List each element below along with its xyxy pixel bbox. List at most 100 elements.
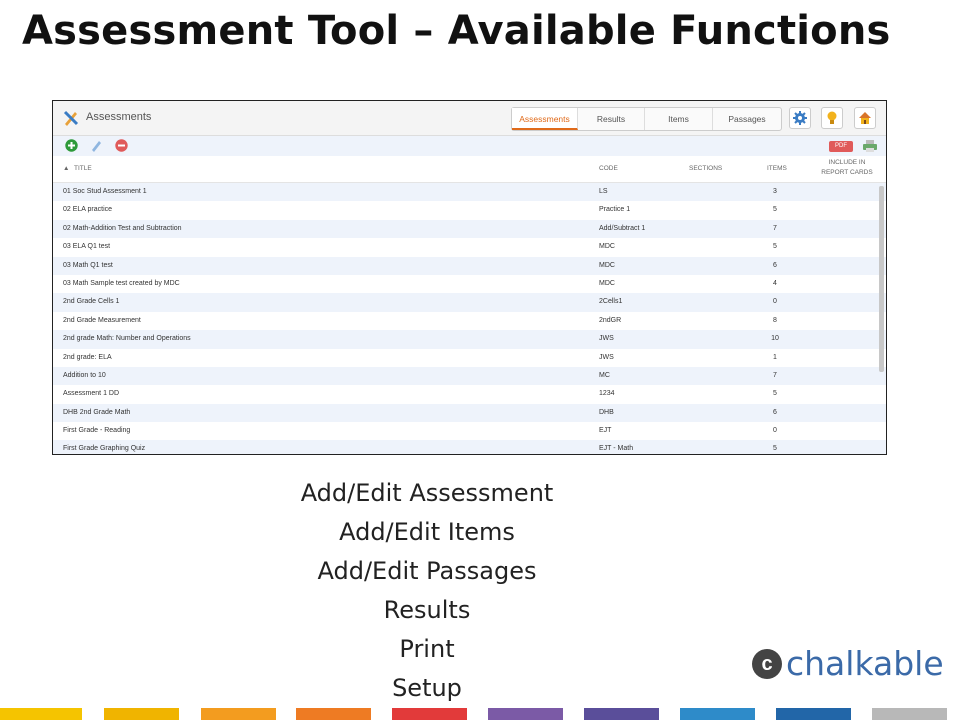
row-title: 03 ELA Q1 test	[63, 243, 111, 251]
row-items: 3	[773, 188, 777, 195]
row-items: 1	[773, 353, 777, 361]
pencil-ruler-icon	[63, 110, 79, 126]
table-row[interactable]: DHB 2nd Grade Math DHB 6	[53, 403, 886, 423]
table-row[interactable]: First Grade Graphing Quiz EJT - Math 5	[53, 440, 886, 454]
help-button[interactable]	[821, 107, 843, 129]
row-items: 5	[773, 206, 777, 214]
row-title: 2nd grade: ELA	[63, 353, 112, 361]
row-title: Assessment 1 DD	[63, 390, 120, 398]
row-items: 8	[773, 316, 777, 324]
table-row[interactable]: 02 Math-Addition Test and Subtraction Add…	[53, 219, 886, 239]
lightbulb-icon	[827, 111, 837, 124]
app-header: Assessments Assessments Results Items Pa…	[53, 101, 886, 136]
chalkable-logo: c chalkable	[752, 644, 944, 683]
column-code-header[interactable]: CODE	[599, 165, 618, 172]
color-bar-segment	[201, 708, 276, 720]
function-item: Setup	[392, 674, 462, 702]
color-bar-segment	[0, 708, 82, 720]
function-item: Print	[399, 635, 455, 663]
row-title: 03 Math Sample test created by MDC	[63, 279, 180, 287]
color-bar-segment	[392, 708, 467, 720]
row-title: First Grade Graphing Quiz	[63, 445, 146, 453]
row-items: 0	[773, 427, 777, 435]
row-code: MC	[599, 371, 610, 379]
row-items: 6	[773, 261, 777, 269]
row-items: 0	[773, 298, 777, 306]
table-row[interactable]: 2nd grade Math: Number and Operations JWS…	[53, 330, 886, 349]
home-icon	[859, 112, 871, 124]
column-title-header[interactable]: TITLE	[74, 165, 92, 172]
assessments-app-window: Assessments Assessments Results Items Pa…	[52, 100, 887, 455]
row-title: First Grade - Reading	[63, 427, 131, 435]
row-title: Addition to 10	[63, 371, 106, 379]
column-items-header[interactable]: ITEMS	[767, 165, 787, 172]
color-bar-segment	[680, 708, 755, 720]
row-code: 2Cells1	[599, 298, 623, 306]
delete-icon[interactable]	[115, 139, 128, 152]
table-row[interactable]: Addition to 10 MC 7	[53, 366, 886, 386]
table-row[interactable]: 01 Soc Stud Assessment 1 LS 3	[53, 183, 886, 202]
table-row[interactable]: 2nd grade: ELA JWS 1	[53, 349, 886, 367]
function-item: Add/Edit Passages	[317, 557, 537, 585]
row-items: 6	[773, 408, 777, 416]
print-icon[interactable]	[863, 140, 877, 152]
row-items: 5	[773, 390, 777, 398]
tab-items[interactable]: Items	[645, 108, 713, 130]
row-items: 10	[771, 335, 779, 343]
table-row[interactable]: Assessment 1 DD 1234 5	[53, 385, 886, 403]
table-row[interactable]: 03 ELA Q1 test MDC 5	[53, 238, 886, 256]
function-item: Results	[383, 596, 471, 624]
settings-button[interactable]	[789, 107, 811, 129]
function-item: Add/Edit Assessment	[300, 479, 554, 507]
app-title: Assessments	[86, 111, 152, 123]
edit-pencil-icon[interactable]	[90, 139, 103, 152]
assessment-table-body: 01 Soc Stud Assessment 1 LS 3 02 ELA practi…	[53, 183, 886, 454]
color-bar-segment	[872, 708, 947, 720]
table-row[interactable]: First Grade - Reading EJT 0	[53, 422, 886, 440]
row-title: DHB 2nd Grade Math	[63, 408, 131, 416]
sort-asc-icon[interactable]: ▲	[63, 165, 69, 172]
row-code: DHB	[599, 408, 614, 416]
home-button[interactable]	[854, 107, 876, 129]
row-items: 7	[773, 371, 777, 379]
gear-icon	[793, 111, 807, 125]
color-bar-segment	[488, 708, 563, 720]
table-row[interactable]: 03 Math Sample test created by MDC MDC 4	[53, 275, 886, 293]
tab-bar: Assessments Results Items Passages	[511, 107, 782, 131]
row-items: 5	[773, 445, 777, 453]
row-title: 02 Math-Addition Test and Subtraction	[63, 224, 182, 232]
tab-assessments[interactable]: Assessments	[512, 108, 578, 130]
tab-passages[interactable]: Passages	[713, 108, 781, 130]
function-item: Add/Edit Items	[339, 518, 515, 546]
row-code: Add/Subtract 1	[599, 224, 646, 232]
table-row[interactable]: 03 Math Q1 test MDC 6	[53, 256, 886, 275]
row-title: 2nd Grade Cells 1	[63, 298, 120, 306]
add-assessment-icon[interactable]	[65, 139, 78, 152]
pdf-export-button[interactable]: PDF	[829, 141, 853, 152]
column-sections-header[interactable]: SECTIONS	[689, 165, 722, 172]
row-title: 2nd grade Math: Number and Operations	[63, 335, 191, 343]
row-title: 03 Math Q1 test	[63, 261, 113, 269]
tab-results[interactable]: Results	[578, 108, 645, 130]
color-bar-segment	[776, 708, 851, 720]
color-bar-segment	[104, 708, 179, 720]
row-items: 7	[773, 224, 777, 232]
chalkable-logo-mark: c	[752, 648, 782, 679]
bottom-color-bar	[0, 708, 960, 720]
column-report-cards-header[interactable]: INCLUDE IN REPORT CARDS	[817, 158, 877, 178]
row-title: 02 ELA practice	[63, 206, 113, 214]
row-title: 2nd Grade Measurement	[63, 316, 141, 324]
table-row[interactable]: 2nd Grade Measurement 2ndGR 8	[53, 312, 886, 330]
row-code: 2ndGR	[599, 316, 622, 324]
row-code: EJT - Math	[599, 445, 634, 453]
row-code: MDC	[599, 261, 615, 269]
row-items: 5	[773, 243, 777, 251]
row-title: 01 Soc Stud Assessment 1	[63, 188, 147, 195]
row-code: MDC	[599, 279, 615, 287]
table-row[interactable]: 02 ELA practice Practice 1 5	[53, 201, 886, 219]
chalkable-logo-text: chalkable	[786, 644, 944, 683]
row-items: 4	[773, 279, 777, 287]
table-scrollbar[interactable]	[879, 186, 884, 372]
table-row[interactable]: 2nd Grade Cells 1 2Cells1 0	[53, 293, 886, 312]
row-code: JWS	[599, 335, 614, 343]
